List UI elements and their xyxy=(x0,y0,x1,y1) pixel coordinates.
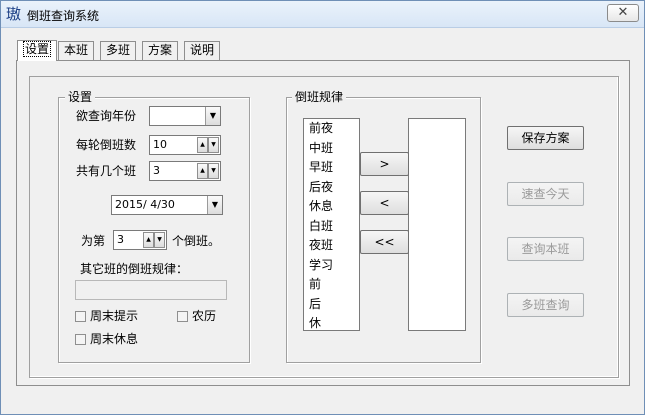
spin-up-icon[interactable]: ▲ xyxy=(143,232,154,248)
list-item[interactable]: 学习 xyxy=(304,256,359,276)
save-plan-button[interactable]: 保存方案 xyxy=(507,126,584,150)
list-item[interactable]: 前夜 xyxy=(304,119,359,139)
close-icon: ✕ xyxy=(617,5,629,20)
remove-shift-button[interactable]: < xyxy=(360,191,409,215)
spin-down-icon[interactable]: ▼ xyxy=(208,163,219,179)
spin-down-icon[interactable]: ▼ xyxy=(208,137,219,153)
weekend-rest-label: 周末休息 xyxy=(90,332,139,346)
settings-group-title: 设置 xyxy=(65,90,96,104)
app-logo-icon: 璈 xyxy=(6,5,22,23)
spin-up-icon[interactable]: ▲ xyxy=(197,163,208,179)
shift-source-list[interactable]: 前夜 中班 早班 后夜 休息 白班 夜班 学习前后休 xyxy=(303,118,360,331)
add-shift-button[interactable]: > xyxy=(360,152,409,176)
which-shift-prefix: 为第 xyxy=(81,234,106,248)
rules-group-title: 倒班规律 xyxy=(292,90,347,104)
shift-count-stepper[interactable]: 3 ▲ ▼ xyxy=(149,161,221,181)
weekend-remind-checkbox[interactable] xyxy=(75,311,86,322)
list-item[interactable]: 后 xyxy=(304,295,359,315)
close-button[interactable]: ✕ xyxy=(607,4,639,22)
tab-plan[interactable]: 方案 xyxy=(142,41,179,60)
date-picker[interactable]: 2015/ 4/30 ▼ xyxy=(111,195,223,215)
other-rule-label: 其它班的倒班规律： xyxy=(80,262,189,276)
lunar-checkbox[interactable] xyxy=(177,311,188,322)
chevron-down-icon[interactable]: ▼ xyxy=(205,107,220,125)
shift-target-list[interactable] xyxy=(408,118,466,331)
list-item[interactable]: 早班 xyxy=(304,158,359,178)
shift-count-label: 共有几个班 xyxy=(76,164,137,178)
weekend-rest-checkbox[interactable] xyxy=(75,334,86,345)
rotation-days-stepper[interactable]: 10 ▲ ▼ xyxy=(149,135,221,155)
quick-today-button[interactable]: 速查今天 xyxy=(507,182,584,206)
list-item[interactable]: 休息 xyxy=(304,197,359,217)
main-window: 璈 倒班查询系统 ✕ 设置 本班 多班 方案 说明 设置 欲查询年份 ▼ 每轮倒… xyxy=(0,0,645,415)
which-shift-stepper[interactable]: 3 ▲ ▼ xyxy=(113,230,167,250)
other-rule-input[interactable] xyxy=(75,280,227,300)
tab-this-shift[interactable]: 本班 xyxy=(58,41,95,60)
tab-settings[interactable]: 设置 xyxy=(17,40,58,61)
multi-shift-query-button[interactable]: 多班查询 xyxy=(507,293,584,317)
weekend-remind-label: 周末提示 xyxy=(90,309,139,323)
list-item[interactable]: 休 xyxy=(304,314,359,334)
year-label: 欲查询年份 xyxy=(76,109,137,123)
year-select[interactable]: ▼ xyxy=(149,106,221,126)
tab-multi-shift[interactable]: 多班 xyxy=(100,41,137,60)
list-item[interactable]: 中班 xyxy=(304,139,359,159)
tab-help[interactable]: 说明 xyxy=(184,41,221,60)
list-item[interactable]: 夜班 xyxy=(304,236,359,256)
spin-up-icon[interactable]: ▲ xyxy=(197,137,208,153)
list-item[interactable]: 前 xyxy=(304,275,359,295)
clear-shifts-button[interactable]: << xyxy=(360,230,409,254)
lunar-label: 农历 xyxy=(192,309,217,323)
list-item[interactable]: 白班 xyxy=(304,217,359,237)
list-item[interactable]: 后夜 xyxy=(304,178,359,198)
window-title: 倒班查询系统 xyxy=(27,9,100,23)
query-this-shift-button[interactable]: 查询本班 xyxy=(507,237,584,261)
which-shift-suffix: 个倒班。 xyxy=(172,234,221,248)
chevron-down-icon[interactable]: ▼ xyxy=(207,196,222,214)
rotation-days-label: 每轮倒班数 xyxy=(76,138,137,152)
title-bar: 璈 倒班查询系统 ✕ xyxy=(1,1,644,28)
spin-down-icon[interactable]: ▼ xyxy=(154,232,165,248)
